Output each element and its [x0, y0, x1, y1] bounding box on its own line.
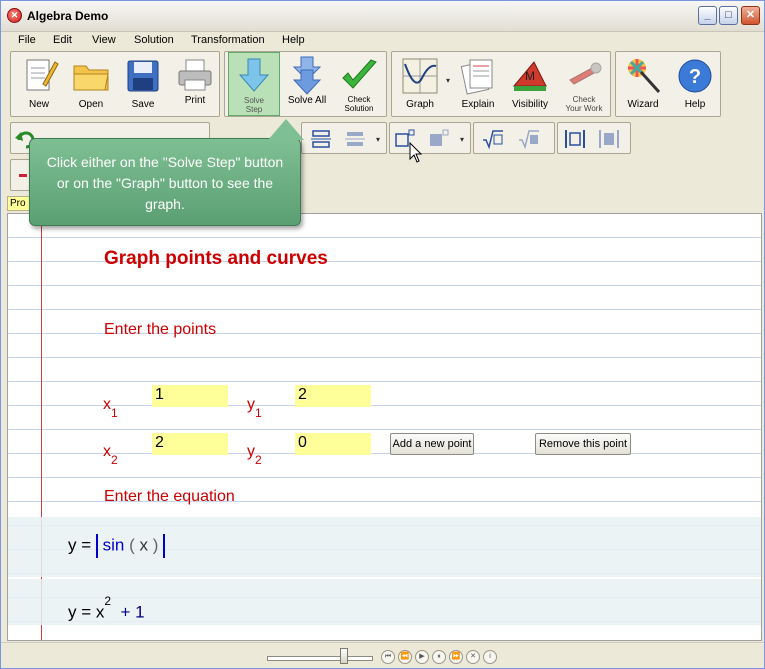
align-middle-icon[interactable] — [344, 128, 366, 150]
nth-root-icon[interactable] — [518, 128, 540, 150]
app-icon: ✕ — [7, 8, 22, 23]
wizard-button[interactable]: Wizard — [618, 52, 668, 116]
menu-view[interactable]: View — [92, 34, 116, 46]
close-player-button[interactable]: ✕ — [466, 650, 480, 664]
equation-input-2[interactable]: y = x2 + 1 — [68, 594, 145, 623]
maximize-button[interactable]: □ — [719, 6, 738, 25]
matrix-icon[interactable] — [564, 128, 586, 150]
menu-file[interactable]: File — [18, 34, 36, 46]
solve-all-button[interactable]: Solve All — [283, 52, 331, 116]
check-your-work-button[interactable]: Check Your Work — [558, 52, 610, 116]
menu-transformation[interactable]: Transformation — [191, 34, 265, 46]
align-toolbar-group: ▾ — [301, 122, 387, 154]
root-toolbar-group — [473, 122, 555, 154]
double-down-arrow-icon — [292, 56, 322, 95]
x2-input[interactable]: 2 — [152, 433, 228, 455]
open-button[interactable]: Open — [67, 52, 115, 116]
skip-start-button[interactable]: ⏮ — [381, 650, 395, 664]
menu-bar: File Edit View Solution Transformation H… — [1, 32, 764, 50]
add-point-button[interactable]: Add a new point — [390, 433, 474, 455]
minus-icon[interactable] — [19, 174, 27, 177]
equation-input-1[interactable]: y = sin ( x ) — [68, 534, 166, 558]
x1-input[interactable]: 1 — [152, 385, 228, 407]
square-root-icon[interactable] — [482, 128, 504, 150]
printer-icon — [178, 59, 212, 91]
callout-pointer — [268, 119, 304, 140]
player-bar: ⏮ ⏪ ▶ ⏸ ⏩ ✕ i — [1, 642, 764, 668]
floppy-disk-icon — [127, 60, 159, 92]
matrix-filled-icon[interactable] — [598, 128, 620, 150]
visibility-button[interactable]: M Visibility — [504, 52, 556, 116]
main-toolbar: New Open Save Print Solve Step Solve All… — [1, 50, 764, 118]
menu-solution[interactable]: Solution — [134, 34, 174, 46]
playback-slider-thumb[interactable] — [340, 648, 348, 664]
solve-toolbar-group: Solve Step Solve All Check Solution — [224, 51, 387, 117]
tutorial-callout: Click either on the "Solve Step" button … — [29, 119, 304, 226]
box-toolbar-group: ▾ — [389, 122, 471, 154]
y2-label: y2 — [247, 443, 262, 467]
enter-points-label: Enter the points — [104, 321, 217, 338]
menu-help[interactable]: Help — [282, 34, 305, 46]
svg-text:M: M — [525, 69, 535, 83]
pause-button[interactable]: ⏸ — [432, 650, 446, 664]
wrench-icon — [569, 62, 602, 85]
enter-equation-label: Enter the equation — [104, 488, 235, 505]
graph-icon — [402, 58, 438, 94]
align-dropdown-arrow-icon[interactable]: ▾ — [376, 135, 380, 144]
app-window: ✕ Algebra Demo _ □ ✕ File Edit View Solu… — [0, 0, 765, 669]
explain-button[interactable]: Explain — [454, 52, 502, 116]
playback-slider[interactable] — [267, 656, 373, 661]
file-toolbar-group: New Open Save Print — [10, 51, 220, 117]
box-dropdown-arrow-icon[interactable]: ▾ — [460, 135, 464, 144]
visibility-icon: M — [512, 61, 547, 91]
new-document-icon — [26, 59, 59, 91]
y1-label: y1 — [247, 396, 262, 420]
menu-edit[interactable]: Edit — [53, 34, 72, 46]
rewind-button[interactable]: ⏪ — [398, 650, 412, 664]
callout-text: Click either on the "Solve Step" button … — [46, 154, 284, 212]
play-button[interactable]: ▶ — [415, 650, 429, 664]
fast-forward-button[interactable]: ⏩ — [449, 650, 463, 664]
info-button[interactable]: i — [483, 650, 497, 664]
check-solution-button[interactable]: Check Solution — [333, 52, 385, 116]
notebook-page: Graph points and curves Enter the points… — [7, 213, 762, 641]
box-superscript-alt-icon[interactable] — [428, 128, 450, 150]
close-button[interactable]: ✕ — [741, 6, 760, 25]
save-button[interactable]: Save — [119, 52, 167, 116]
align-center-icon[interactable] — [310, 128, 332, 150]
down-arrow-icon — [238, 58, 270, 92]
mouse-cursor-icon — [409, 142, 423, 163]
title-bar: ✕ Algebra Demo _ □ ✕ — [1, 1, 764, 32]
x2-label: x2 — [103, 443, 118, 467]
text-cursor — [95, 534, 98, 558]
print-button[interactable]: Print — [171, 52, 219, 116]
x1-label: x1 — [103, 396, 118, 420]
remove-point-button[interactable]: Remove this point — [535, 433, 631, 455]
matrix-toolbar-group — [557, 122, 631, 154]
help-toolbar-group: Wizard ? Help — [615, 51, 721, 117]
help-button[interactable]: ? Help — [670, 52, 720, 116]
window-title: Algebra Demo — [27, 9, 109, 23]
checkmark-icon — [342, 59, 377, 89]
folder-icon — [73, 65, 109, 91]
help-icon: ? — [678, 59, 712, 93]
solve-step-button[interactable]: Solve Step — [228, 52, 280, 116]
svg-text:?: ? — [689, 66, 701, 88]
y2-input[interactable]: 0 — [295, 433, 371, 455]
page-title: Graph points and curves — [104, 248, 328, 269]
graph-dropdown-arrow-icon[interactable]: ▾ — [446, 76, 450, 85]
documents-icon — [460, 59, 493, 95]
tools-toolbar-group: Graph ▾ Explain M Visibility Check Your … — [391, 51, 611, 117]
graph-button[interactable]: Graph — [394, 52, 446, 116]
new-button[interactable]: New — [15, 52, 63, 116]
minimize-button[interactable]: _ — [698, 6, 717, 25]
y1-input[interactable]: 2 — [295, 385, 371, 407]
wizard-wand-icon — [628, 59, 661, 94]
